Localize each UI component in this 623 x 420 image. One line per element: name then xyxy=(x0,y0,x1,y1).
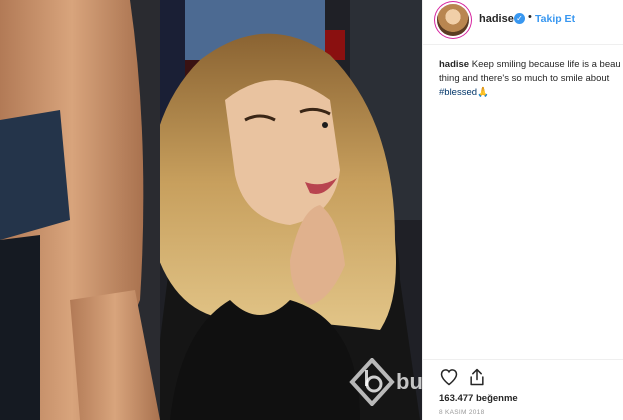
watermark-text: bu xyxy=(396,369,422,394)
user-avatar[interactable] xyxy=(437,4,469,36)
photo-illustration xyxy=(0,0,422,420)
post-details-panel: hadise ✓ • Takip Et hadise Keep smiling … xyxy=(422,0,623,420)
verified-badge-icon: ✓ xyxy=(514,13,525,24)
actions-divider xyxy=(423,359,623,360)
follow-button[interactable]: Takip Et xyxy=(535,13,575,25)
heart-icon[interactable] xyxy=(439,367,459,387)
post-date: 8 KASIM 2018 xyxy=(439,409,485,416)
header-divider xyxy=(423,44,623,45)
header-separator: • xyxy=(528,11,532,23)
hashtag-link[interactable]: #blessed xyxy=(439,87,477,98)
watermark-logo-icon xyxy=(349,358,395,406)
likes-count[interactable]: 163.477 beğenme xyxy=(439,393,518,404)
post-header: hadise ✓ • Takip Et xyxy=(423,0,623,44)
post-photo[interactable]: bu xyxy=(0,0,422,420)
caption-username[interactable]: hadise xyxy=(439,59,469,70)
username-link[interactable]: hadise xyxy=(479,13,514,25)
post-caption: hadise Keep smiling because life is a be… xyxy=(439,58,623,100)
pray-emoji: 🙏 xyxy=(477,87,489,98)
share-icon[interactable] xyxy=(467,367,487,387)
